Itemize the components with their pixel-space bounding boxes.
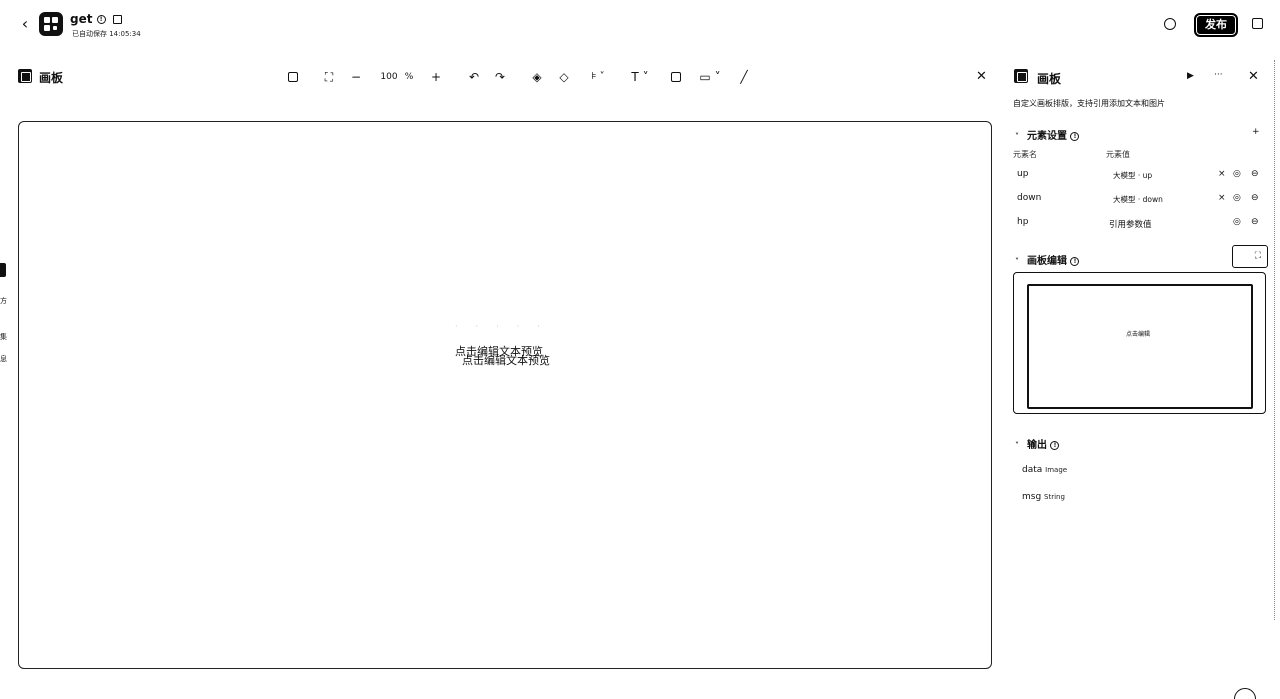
app-name: get !	[70, 12, 122, 26]
output-name: msg	[1022, 492, 1042, 502]
settings-icon[interactable]: ◎	[1233, 193, 1241, 203]
clear-icon[interactable]: ×	[1218, 169, 1226, 179]
edge-text-2: 集	[0, 333, 7, 341]
element-name-hp[interactable]: hp	[1017, 217, 1028, 227]
zoom-value[interactable]: 100	[378, 68, 400, 86]
zoom-unit: %	[404, 72, 414, 82]
canvas-title: 画板	[39, 71, 64, 85]
output-item: data Image	[1022, 465, 1067, 475]
back-button[interactable]: ‹	[16, 14, 34, 34]
zoom-in-icon[interactable]: +	[428, 68, 444, 86]
info-icon[interactable]: !	[96, 15, 106, 24]
run-icon[interactable]: ▶	[1187, 71, 1194, 81]
expand-icon[interactable]: ⛶	[1232, 245, 1268, 268]
element-value-down[interactable]: 大模型 · down	[1113, 194, 1163, 205]
element-value-hp[interactable]: 引用参数值	[1109, 218, 1152, 230]
app-name-text: get	[70, 12, 93, 26]
remove-icon[interactable]: ⊖	[1251, 217, 1259, 227]
element-name-up[interactable]: up	[1017, 169, 1028, 179]
clear-icon[interactable]: ×	[1218, 193, 1226, 203]
board-edit-section-title: 画板编辑	[1027, 256, 1067, 267]
board-edit-section-header[interactable]: ˅ 画板编辑 !	[1015, 252, 1080, 267]
remove-icon[interactable]: ⊖	[1251, 169, 1259, 179]
chevron-down-icon[interactable]: ˅	[1015, 441, 1027, 450]
board-icon	[18, 69, 32, 83]
chevron-down-icon[interactable]: ˅	[1015, 132, 1027, 141]
layer-down-icon[interactable]: ◇	[556, 68, 572, 86]
col-element-value: 元素值	[1106, 150, 1130, 159]
output-name: data	[1022, 465, 1043, 475]
pen-icon[interactable]: ╱	[736, 68, 752, 86]
history-icon[interactable]	[1164, 18, 1176, 30]
element-name-down[interactable]: down	[1017, 193, 1041, 203]
sidebar-edge-icon[interactable]	[0, 263, 6, 277]
publish-button[interactable]: 发布	[1194, 13, 1238, 37]
panel-description: 自定义画板排版，支持引用添加文本和图片	[1013, 99, 1165, 108]
col-element-name: 元素名	[1013, 150, 1037, 159]
edge-text-3: 息	[0, 355, 7, 363]
panel-board-icon	[1014, 69, 1028, 83]
info-icon[interactable]: !	[1070, 256, 1080, 266]
autosave-status: 已自动保存 14:05:34	[72, 30, 141, 38]
add-element-icon[interactable]: +	[1252, 127, 1260, 137]
fit-screen-icon[interactable]: ⛶	[321, 68, 337, 86]
text-icon[interactable]: T ˅	[626, 68, 654, 86]
chevron-down-icon[interactable]: ˅	[1015, 257, 1027, 266]
layer-up-icon[interactable]: ◈	[529, 68, 545, 86]
zoom-out-icon[interactable]: −	[348, 68, 364, 86]
element-value-up[interactable]: 大模型 · up	[1113, 170, 1152, 181]
output-section-header[interactable]: ˅ 输出 !	[1015, 436, 1060, 451]
elements-section-header[interactable]: ˅ 元素设置 !	[1015, 127, 1080, 142]
selection-dots: ·····	[455, 322, 558, 331]
assistant-icon[interactable]	[1234, 688, 1256, 699]
output-section-title: 输出	[1027, 440, 1047, 451]
output-type: String	[1044, 493, 1065, 501]
panel-title: 画板	[1037, 72, 1062, 86]
info-icon[interactable]: !	[1050, 440, 1060, 450]
scrollbar[interactable]	[1274, 60, 1278, 620]
app-logo-icon	[39, 12, 63, 36]
align-icon[interactable]: ⊧ ˅	[584, 68, 612, 86]
edit-icon[interactable]	[112, 15, 122, 24]
output-type: Image	[1045, 466, 1068, 474]
board-thumbnail-canvas[interactable]	[1027, 284, 1253, 409]
remove-icon[interactable]: ⊖	[1251, 193, 1259, 203]
canvas-area[interactable]	[18, 121, 992, 669]
undo-icon[interactable]: ↶	[466, 68, 482, 86]
edge-text-1: 方	[0, 297, 7, 305]
settings-icon[interactable]: ◎	[1233, 217, 1241, 227]
elements-section-title: 元素设置	[1027, 131, 1067, 142]
board-thumbnail-text: 点击编辑	[1126, 331, 1151, 338]
close-panel-icon[interactable]: ✕	[1248, 69, 1259, 85]
copy-image-icon[interactable]	[285, 68, 301, 86]
image-icon[interactable]	[668, 68, 684, 86]
output-item: msg String	[1022, 492, 1065, 502]
more-icon[interactable]: ···	[1214, 70, 1223, 80]
close-canvas-icon[interactable]: ✕	[976, 69, 987, 85]
settings-icon[interactable]: ◎	[1233, 169, 1241, 179]
info-icon[interactable]: !	[1070, 131, 1080, 141]
window-icon[interactable]	[1252, 18, 1263, 29]
canvas-text-preview-ghost: 点击编辑文本预览	[462, 354, 550, 367]
redo-icon[interactable]: ↷	[492, 68, 508, 86]
rectangle-icon[interactable]: ▭ ˅	[696, 68, 724, 86]
